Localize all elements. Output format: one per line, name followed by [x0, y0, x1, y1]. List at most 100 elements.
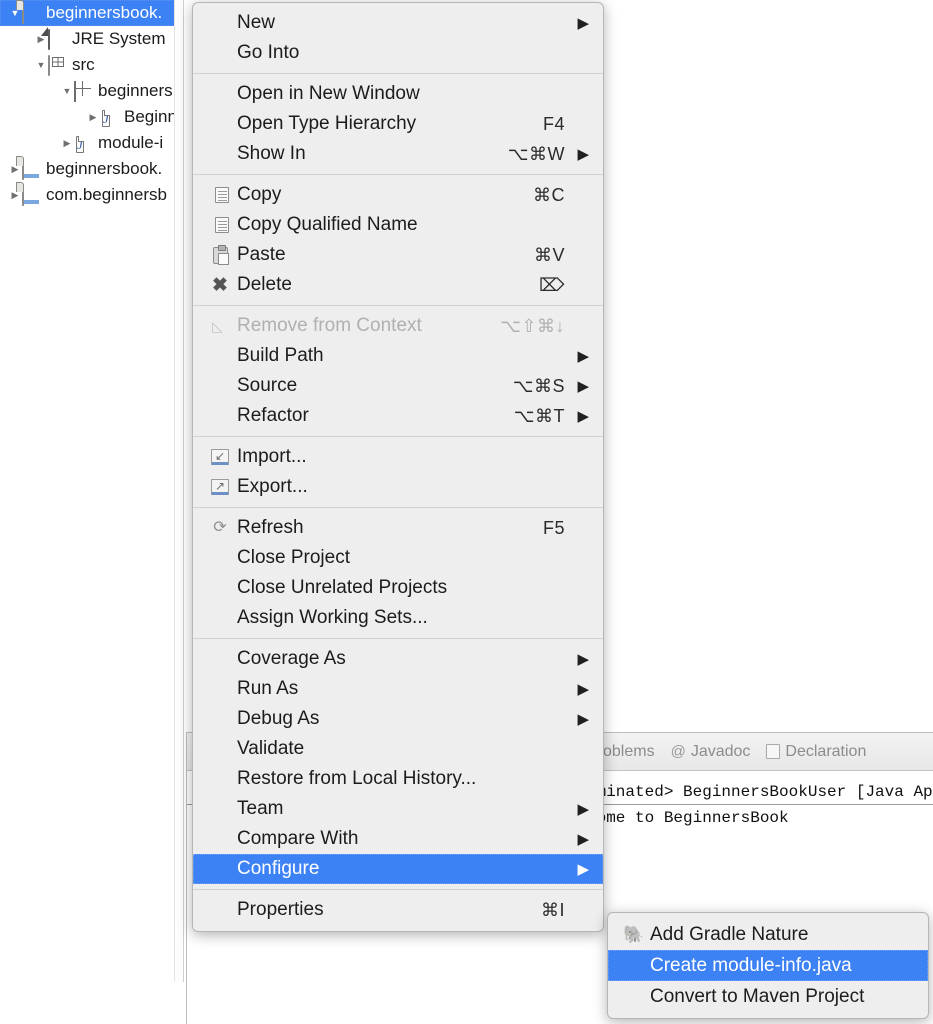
tree-item-label: JRE System — [72, 29, 166, 49]
submenu-arrow-icon: ▶ — [571, 147, 589, 162]
tree-item-label: com.beginnersb — [46, 185, 167, 205]
console-tab-javadoc[interactable]: @Javadoc — [671, 743, 751, 761]
menu-item-shortcut: ⌥⌘S — [513, 376, 571, 397]
menu-item-properties[interactable]: Properties⌘I — [193, 895, 603, 925]
menu-item-shortcut: F5 — [543, 518, 571, 539]
menu-item-refresh[interactable]: ⟳RefreshF5 — [193, 513, 603, 543]
menu-item-label: Copy — [233, 184, 533, 206]
tree-item-label: Beginn — [124, 107, 177, 127]
menu-item-label: Close Project — [233, 547, 571, 569]
tree-item-label: beginnersbook. — [46, 159, 162, 179]
menu-item-shortcut: ⌘C — [533, 185, 571, 206]
menu-item-go-into[interactable]: Go Into — [193, 38, 603, 68]
menu-item-shortcut: ⌘V — [534, 245, 571, 266]
menu-item-build-path[interactable]: Build Path▶ — [193, 341, 603, 371]
java-file-icon: J — [74, 134, 94, 152]
tree-item-module-i[interactable]: ▶Jmodule-i — [0, 130, 183, 156]
menu-item-refactor[interactable]: Refactor⌥⌘T▶ — [193, 401, 603, 431]
menu-item-assign-working-sets[interactable]: Assign Working Sets... — [193, 603, 603, 633]
menu-item-shortcut: ⌦ — [539, 275, 571, 296]
copy-icon — [207, 187, 233, 203]
menu-item-label: Validate — [233, 738, 571, 760]
tree-item-beginn[interactable]: ▶JBeginn — [0, 104, 183, 130]
tree-item-label: beginnersbook. — [46, 3, 162, 23]
chevron-right-icon[interactable]: ▶ — [60, 139, 74, 148]
menu-item-import[interactable]: ↙Import... — [193, 442, 603, 472]
menu-separator — [193, 507, 603, 508]
submenu-arrow-icon: ▶ — [571, 682, 589, 697]
tree-item-beginnersbook[interactable]: ▼beginnersbook. — [0, 0, 183, 26]
menu-item-label: Coverage As — [233, 648, 571, 670]
package-explorer-tree[interactable]: ▼beginnersbook.▶JRE System▼src▼beginners… — [0, 0, 184, 982]
submenu-arrow-icon: ▶ — [571, 652, 589, 667]
menu-item-copy-qualified-name[interactable]: Copy Qualified Name — [193, 210, 603, 240]
menu-item-team[interactable]: Team▶ — [193, 794, 603, 824]
submenu-item-convert-to-maven-project[interactable]: Convert to Maven Project — [608, 981, 928, 1012]
chevron-down-icon[interactable]: ▼ — [60, 87, 74, 96]
tree-vertical-scrollbar[interactable] — [174, 0, 183, 982]
menu-item-label: Open Type Hierarchy — [233, 113, 543, 135]
console-tab-label: Javadoc — [691, 743, 751, 761]
jre-library-icon — [48, 30, 68, 48]
menu-item-shortcut: F4 — [543, 114, 571, 135]
submenu-item-add-gradle-nature[interactable]: 🐘Add Gradle Nature — [608, 919, 928, 950]
project-closed-icon — [22, 186, 42, 204]
submenu-item-label: Add Gradle Nature — [646, 924, 918, 946]
submenu-arrow-icon: ▶ — [571, 802, 589, 817]
refresh-icon: ⟳ — [207, 520, 233, 536]
menu-item-close-project[interactable]: Close Project — [193, 543, 603, 573]
tree-item-beginnersbook[interactable]: ▶beginnersbook. — [0, 156, 183, 182]
menu-item-label: Restore from Local History... — [233, 768, 571, 790]
tree-item-beginners[interactable]: ▼beginners — [0, 78, 183, 104]
tree-item-jre-system[interactable]: ▶JRE System — [0, 26, 183, 52]
menu-separator — [193, 305, 603, 306]
import-icon: ↙ — [207, 449, 233, 465]
tree-item-com-beginnersb[interactable]: ▶com.beginnersb — [0, 182, 183, 208]
console-tab-declaration[interactable]: Declaration — [766, 743, 866, 761]
menu-item-export[interactable]: ↗Export... — [193, 472, 603, 502]
menu-item-label: Paste — [233, 244, 534, 266]
project-closed-icon — [22, 160, 42, 178]
menu-item-label: Go Into — [233, 42, 571, 64]
export-icon: ↗ — [207, 479, 233, 495]
submenu-arrow-icon: ▶ — [571, 832, 589, 847]
menu-item-remove-from-context: ◺Remove from Context⌥⇧⌘↓ — [193, 311, 603, 341]
project-context-menu[interactable]: New▶Go IntoOpen in New WindowOpen Type H… — [192, 2, 604, 932]
menu-item-delete[interactable]: ✖Delete⌦ — [193, 270, 603, 300]
java-file-icon: J — [100, 108, 120, 126]
remove-context-icon: ◺ — [207, 319, 233, 334]
menu-item-validate[interactable]: Validate — [193, 734, 603, 764]
menu-item-compare-with[interactable]: Compare With▶ — [193, 824, 603, 854]
menu-item-label: Build Path — [233, 345, 571, 367]
menu-item-label: Source — [233, 375, 513, 397]
menu-item-label: Copy Qualified Name — [233, 214, 571, 236]
tree-item-src[interactable]: ▼src — [0, 52, 183, 78]
menu-item-debug-as[interactable]: Debug As▶ — [193, 704, 603, 734]
menu-item-label: Refactor — [233, 405, 514, 427]
chevron-down-icon[interactable]: ▼ — [34, 61, 48, 70]
menu-item-label: Delete — [233, 274, 539, 296]
configure-submenu[interactable]: 🐘Add Gradle NatureCreate module-info.jav… — [607, 912, 929, 1019]
tree-row-list: ▼beginnersbook.▶JRE System▼src▼beginners… — [0, 0, 183, 208]
menu-item-copy[interactable]: Copy⌘C — [193, 180, 603, 210]
chevron-right-icon[interactable]: ▶ — [86, 113, 100, 122]
menu-item-restore-from-local-history[interactable]: Restore from Local History... — [193, 764, 603, 794]
menu-item-close-unrelated-projects[interactable]: Close Unrelated Projects — [193, 573, 603, 603]
menu-item-open-in-new-window[interactable]: Open in New Window — [193, 79, 603, 109]
menu-item-run-as[interactable]: Run As▶ — [193, 674, 603, 704]
menu-item-source[interactable]: Source⌥⌘S▶ — [193, 371, 603, 401]
menu-separator — [193, 174, 603, 175]
menu-item-paste[interactable]: Paste⌘V — [193, 240, 603, 270]
package-icon — [74, 82, 94, 100]
menu-item-configure[interactable]: Configure▶ — [193, 854, 603, 884]
submenu-arrow-icon: ▶ — [571, 349, 589, 364]
menu-item-new[interactable]: New▶ — [193, 8, 603, 38]
menu-item-label: Export... — [233, 476, 571, 498]
submenu-item-create-module-info-java[interactable]: Create module-info.java — [608, 950, 928, 981]
submenu-item-label: Convert to Maven Project — [646, 986, 918, 1008]
menu-item-open-type-hierarchy[interactable]: Open Type HierarchyF4 — [193, 109, 603, 139]
menu-item-coverage-as[interactable]: Coverage As▶ — [193, 644, 603, 674]
menu-item-shortcut: ⌥⌘W — [508, 144, 571, 165]
menu-item-show-in[interactable]: Show In⌥⌘W▶ — [193, 139, 603, 169]
menu-item-label: Import... — [233, 446, 571, 468]
